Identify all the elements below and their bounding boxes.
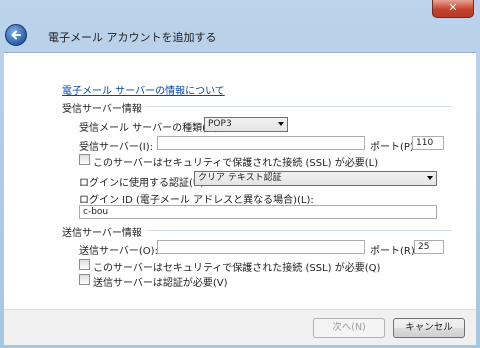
outgoing-auth-checkbox[interactable] [79, 274, 90, 285]
outgoing-auth-label: 送信サーバーは認証が必要(V) [93, 278, 228, 289]
incoming-type-select[interactable]: POP3 [204, 117, 288, 132]
add-account-window: ✕ 電子メール アカウントを追加する 電子メール サーバーの情報について 受信サ… [0, 0, 480, 348]
outgoing-server-input[interactable] [157, 240, 365, 254]
incoming-ssl-label: このサーバーはセキュリティで保護された接続 (SSL) が必要(L) [93, 158, 379, 169]
chevron-down-icon [427, 176, 433, 180]
incoming-section-label: 受信サーバー情報 [62, 104, 142, 115]
outgoing-section-label: 送信サーバー情報 [62, 228, 142, 239]
incoming-type-value: POP3 [208, 119, 232, 129]
login-id-input[interactable]: c-bou [79, 205, 437, 219]
button-bar: 次へ(N) キャンセル [4, 309, 476, 345]
back-button[interactable] [5, 24, 27, 46]
auth-method-label: ログインに使用する認証(U): [79, 178, 208, 189]
incoming-server-input[interactable] [157, 136, 365, 150]
close-button[interactable]: ✕ [432, 0, 474, 18]
incoming-ssl-checkbox[interactable] [79, 154, 90, 165]
auth-method-value: クリア テキスト認証 [198, 173, 282, 183]
server-info-help-link[interactable]: 電子メール サーバーの情報について [62, 82, 225, 97]
outgoing-port-label: ポート(R): [370, 246, 419, 257]
incoming-port-input[interactable]: 110 [412, 136, 444, 150]
outgoing-port-input[interactable]: 25 [414, 240, 444, 254]
next-button[interactable]: 次へ(N) [313, 318, 385, 338]
content-pane: 電子メール サーバーの情報について 受信サーバー情報 受信メール サーバーの種類… [4, 52, 476, 309]
incoming-section-divider [146, 106, 452, 107]
outgoing-section-divider [146, 230, 452, 231]
cancel-button[interactable]: キャンセル [393, 318, 465, 338]
chevron-down-icon [278, 122, 284, 126]
back-arrow-icon [11, 30, 21, 40]
page-title: 電子メール アカウントを追加する [48, 31, 217, 44]
login-id-label: ログイン ID (電子メール アドレスと異なる場合)(L): [79, 195, 314, 206]
title-bar [0, 0, 480, 26]
outgoing-ssl-checkbox[interactable] [79, 259, 90, 270]
outgoing-server-label: 送信サーバー(O): [79, 246, 158, 257]
auth-method-select[interactable]: クリア テキスト認証 [194, 171, 437, 186]
incoming-port-label: ポート(P): [370, 142, 418, 153]
outgoing-ssl-label: このサーバーはセキュリティで保護された接続 (SSL) が必要(Q) [93, 263, 381, 274]
incoming-type-label: 受信メール サーバーの種類(M) [79, 123, 219, 134]
incoming-server-label: 受信サーバー(I): [79, 142, 154, 153]
